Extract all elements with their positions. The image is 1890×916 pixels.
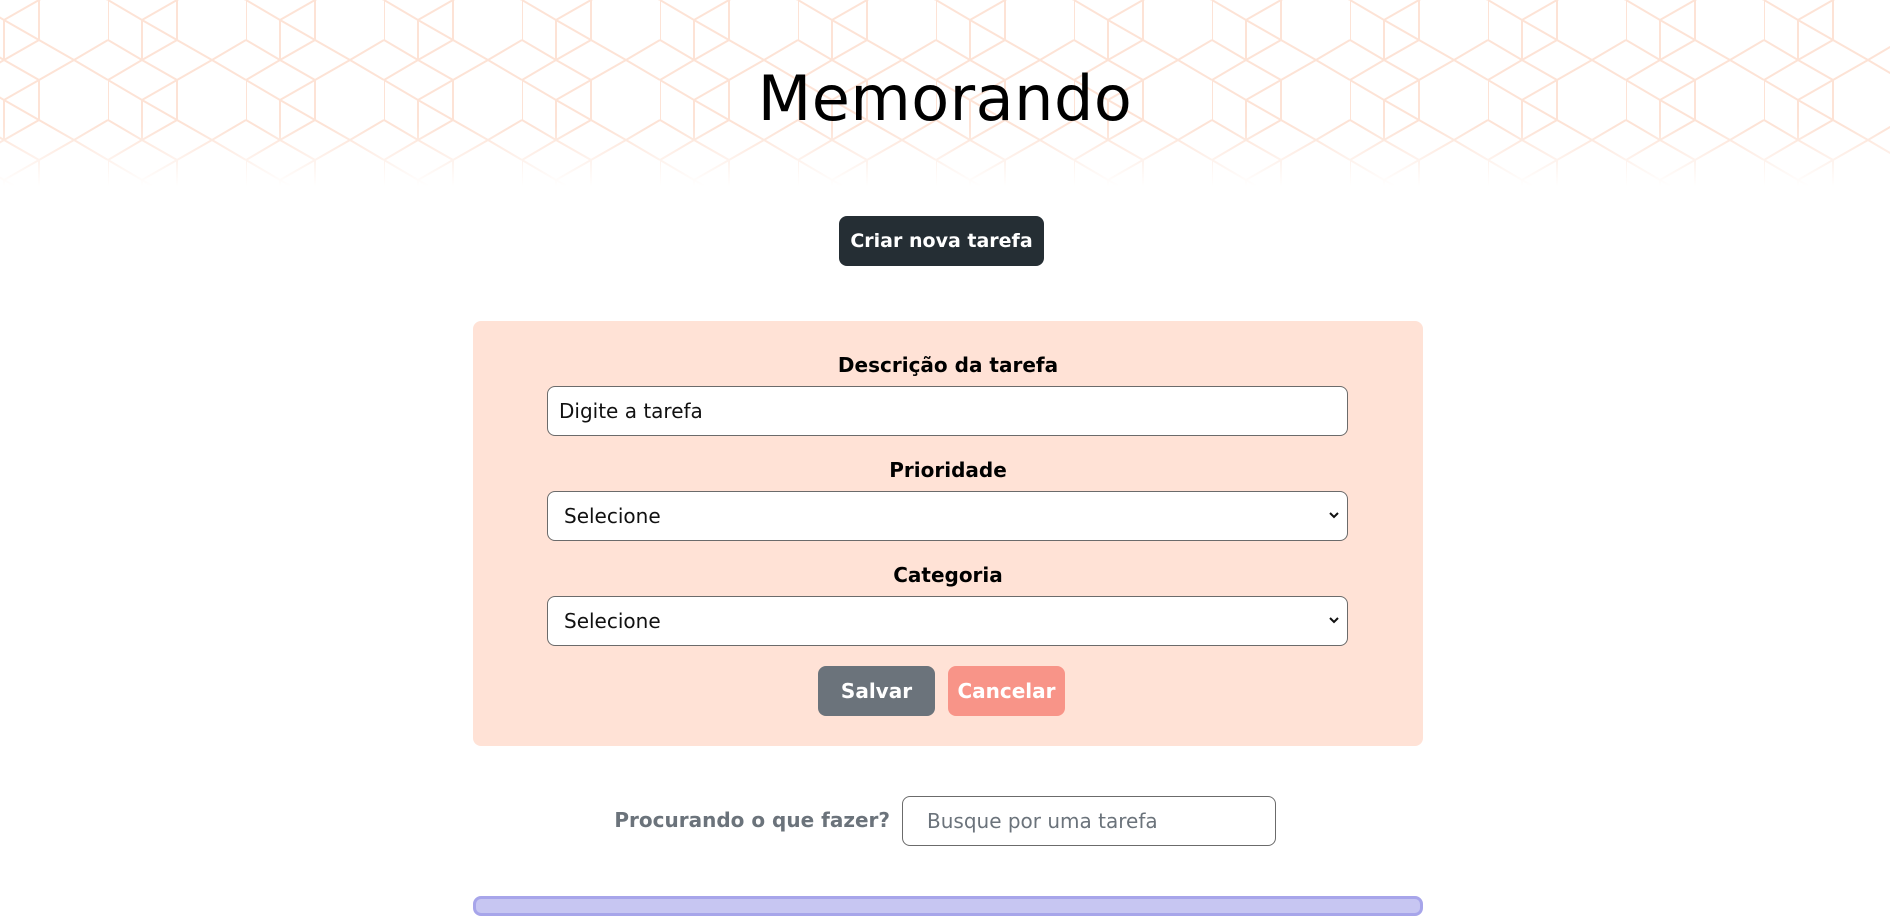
page-title: Memorando <box>757 62 1133 135</box>
chevron-down-icon <box>1329 512 1339 519</box>
description-input[interactable]: Digite a tarefa <box>547 386 1348 436</box>
category-select[interactable]: Selecione <box>547 596 1348 646</box>
priority-label: Prioridade <box>889 458 1007 482</box>
create-task-button[interactable]: Criar nova tarefa <box>839 216 1044 266</box>
description-placeholder: Digite a tarefa <box>559 399 703 423</box>
search-input[interactable]: Busque por uma tarefa <box>902 796 1276 846</box>
search-label: Procurando o que fazer? <box>614 808 890 832</box>
save-button[interactable]: Salvar <box>818 666 935 716</box>
header-banner: Memorando <box>0 0 1890 186</box>
cancel-button[interactable]: Cancelar <box>948 666 1065 716</box>
priority-select[interactable]: Selecione <box>547 491 1348 541</box>
search-placeholder: Busque por uma tarefa <box>927 809 1158 833</box>
description-label: Descrição da tarefa <box>837 353 1059 377</box>
category-selected-value: Selecione <box>564 609 661 633</box>
category-label: Categoria <box>893 563 1003 587</box>
task-list-card <box>473 896 1423 916</box>
task-form: Descrição da tarefa Digite a tarefa Prio… <box>473 321 1423 746</box>
chevron-down-icon <box>1329 617 1339 624</box>
priority-selected-value: Selecione <box>564 504 661 528</box>
